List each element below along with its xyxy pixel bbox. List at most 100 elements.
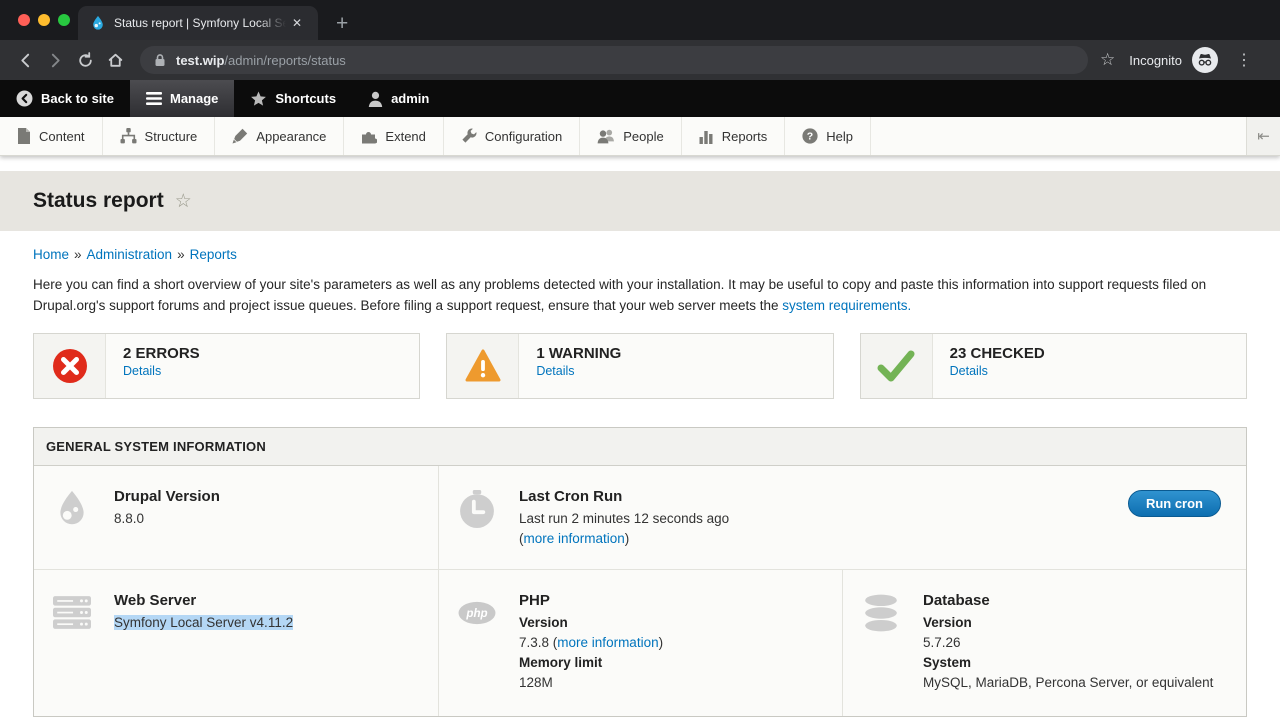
url-path: /admin/reports/status — [224, 53, 345, 68]
php-memory-limit-label: Memory limit — [519, 653, 822, 673]
checkmark-icon — [861, 334, 933, 398]
drupal-version-value: 8.8.0 — [114, 509, 418, 529]
favorite-star-icon[interactable]: ☆ — [175, 190, 192, 213]
appearance-icon — [232, 128, 248, 144]
menu-item-appearance[interactable]: Appearance — [215, 117, 344, 155]
menu-item-people[interactable]: People — [580, 117, 681, 155]
menu-item-structure[interactable]: Structure — [103, 117, 216, 155]
cron-more-information-link[interactable]: more information — [524, 531, 625, 546]
last-cron-run-title: Last Cron Run — [519, 488, 1226, 505]
people-icon — [597, 128, 615, 144]
shortcuts-star-icon — [250, 91, 267, 107]
menu-item-extend[interactable]: Extend — [344, 117, 443, 155]
breadcrumb-separator: » — [74, 247, 82, 262]
admin-menu-bar: Content Structure Appearance Extend Conf… — [0, 117, 1280, 156]
svg-text:?: ? — [807, 131, 813, 143]
last-cron-run-value: Last run 2 minutes 12 seconds ago — [519, 509, 1226, 529]
bookmark-star-icon[interactable]: ☆ — [1100, 50, 1115, 70]
hamburger-icon — [146, 92, 162, 105]
menu-item-reports[interactable]: Reports — [682, 117, 786, 155]
breadcrumb-administration-link[interactable]: Administration — [87, 247, 173, 262]
panel-row-2: Web Server Symfony Local Server v4.11.2 … — [34, 570, 1246, 716]
system-requirements-link[interactable]: system requirements. — [782, 298, 911, 313]
menu-item-configuration[interactable]: Configuration — [444, 117, 580, 155]
page-title: Status report — [33, 189, 164, 213]
php-title: PHP — [519, 592, 822, 609]
database-version-label: Version — [923, 613, 1226, 633]
toolbar-collapse-button[interactable]: ⇤ — [1246, 117, 1280, 155]
breadcrumb-home-link[interactable]: Home — [33, 247, 69, 262]
window-minimize-button[interactable] — [38, 14, 50, 26]
browser-menu-icon[interactable]: ⋮ — [1230, 50, 1258, 70]
database-version-value: 5.7.26 — [923, 633, 1226, 653]
browser-tab[interactable]: Status report | Symfony Local Se ✕ — [78, 6, 318, 40]
back-button[interactable] — [10, 45, 40, 75]
url-bar[interactable]: test.wip/admin/reports/status — [140, 46, 1088, 74]
window-zoom-button[interactable] — [58, 14, 70, 26]
checked-details-link[interactable]: Details — [950, 364, 988, 378]
page-content: Home » Administration » Reports Here you can… — [0, 247, 1280, 717]
page-title-band: Status report ☆ — [0, 171, 1280, 231]
checked-count: 23 CHECKED — [950, 345, 1045, 362]
manage-menu-button[interactable]: Manage — [130, 80, 234, 117]
menu-item-content[interactable]: Content — [0, 117, 103, 155]
run-cron-button[interactable]: Run cron — [1128, 490, 1221, 517]
warnings-details-link[interactable]: Details — [536, 364, 574, 378]
web-server-title: Web Server — [114, 592, 418, 609]
back-circle-icon — [16, 90, 33, 107]
server-icon — [53, 594, 91, 632]
general-system-information-panel: GENERAL SYSTEM INFORMATION Drupal Versio… — [33, 427, 1247, 717]
breadcrumb: Home » Administration » Reports — [33, 247, 1247, 262]
php-icon: php — [458, 594, 496, 632]
home-button[interactable] — [100, 45, 130, 75]
intro-paragraph: Here you can find a short overview of yo… — [33, 274, 1245, 316]
errors-count: 2 ERRORS — [123, 345, 200, 362]
cron-more-information: (more information) — [519, 529, 1226, 549]
back-to-site-link[interactable]: Back to site — [0, 80, 130, 117]
panel-row-1: Drupal Version 8.8.0 Last Cron Run Last … — [34, 466, 1246, 570]
database-cell: Database Version 5.7.26 System MySQL, Ma… — [842, 570, 1246, 716]
status-summary-cards: 2 ERRORS Details 1 WARNING Details — [33, 333, 1247, 399]
extend-icon — [361, 128, 377, 144]
database-system-label: System — [923, 653, 1226, 673]
database-title: Database — [923, 592, 1226, 609]
drupal-version-cell: Drupal Version 8.8.0 — [34, 466, 438, 569]
warnings-card: 1 WARNING Details — [446, 333, 833, 399]
last-cron-run-cell: Last Cron Run Last run 2 minutes 12 seco… — [438, 466, 1246, 569]
web-server-cell: Web Server Symfony Local Server v4.11.2 — [34, 570, 438, 716]
admin-toolbar: Back to site Manage Shortcuts admin — [0, 80, 1280, 117]
error-icon — [34, 334, 106, 398]
incognito-label: Incognito — [1129, 53, 1182, 68]
breadcrumb-separator: » — [177, 247, 185, 262]
menu-item-help[interactable]: ? Help — [785, 117, 871, 155]
warnings-count: 1 WARNING — [536, 345, 621, 362]
incognito-icon — [1192, 47, 1218, 73]
window-close-button[interactable] — [18, 14, 30, 26]
database-icon — [862, 594, 900, 632]
database-system-value: MySQL, MariaDB, Percona Server, or equiv… — [923, 673, 1226, 693]
reload-button[interactable] — [70, 45, 100, 75]
clock-icon — [458, 490, 496, 528]
panel-title: GENERAL SYSTEM INFORMATION — [34, 428, 1246, 466]
warning-icon — [447, 334, 519, 398]
new-tab-button[interactable]: + — [336, 13, 348, 34]
admin-user-button[interactable]: admin — [352, 80, 445, 117]
errors-details-link[interactable]: Details — [123, 364, 161, 378]
breadcrumb-reports-link[interactable]: Reports — [190, 247, 237, 262]
lock-icon — [154, 53, 166, 67]
php-version-line: 7.3.8 (more information) — [519, 633, 822, 653]
reports-icon — [699, 129, 714, 144]
svg-text:php: php — [465, 607, 487, 620]
tab-close-icon[interactable]: ✕ — [292, 16, 302, 30]
php-version-label: Version — [519, 613, 822, 633]
browser-navbar: test.wip/admin/reports/status ☆ Incognit… — [0, 40, 1280, 80]
tab-title: Status report | Symfony Local Se — [114, 16, 286, 30]
shortcuts-button[interactable]: Shortcuts — [234, 80, 352, 117]
browser-tab-strip: Status report | Symfony Local Se ✕ + — [0, 0, 1280, 40]
php-more-information-link[interactable]: more information — [557, 635, 658, 650]
window-controls — [18, 14, 70, 26]
forward-button[interactable] — [40, 45, 70, 75]
drupal-version-title: Drupal Version — [114, 488, 418, 505]
content-icon — [17, 128, 31, 144]
help-icon: ? — [802, 128, 818, 144]
